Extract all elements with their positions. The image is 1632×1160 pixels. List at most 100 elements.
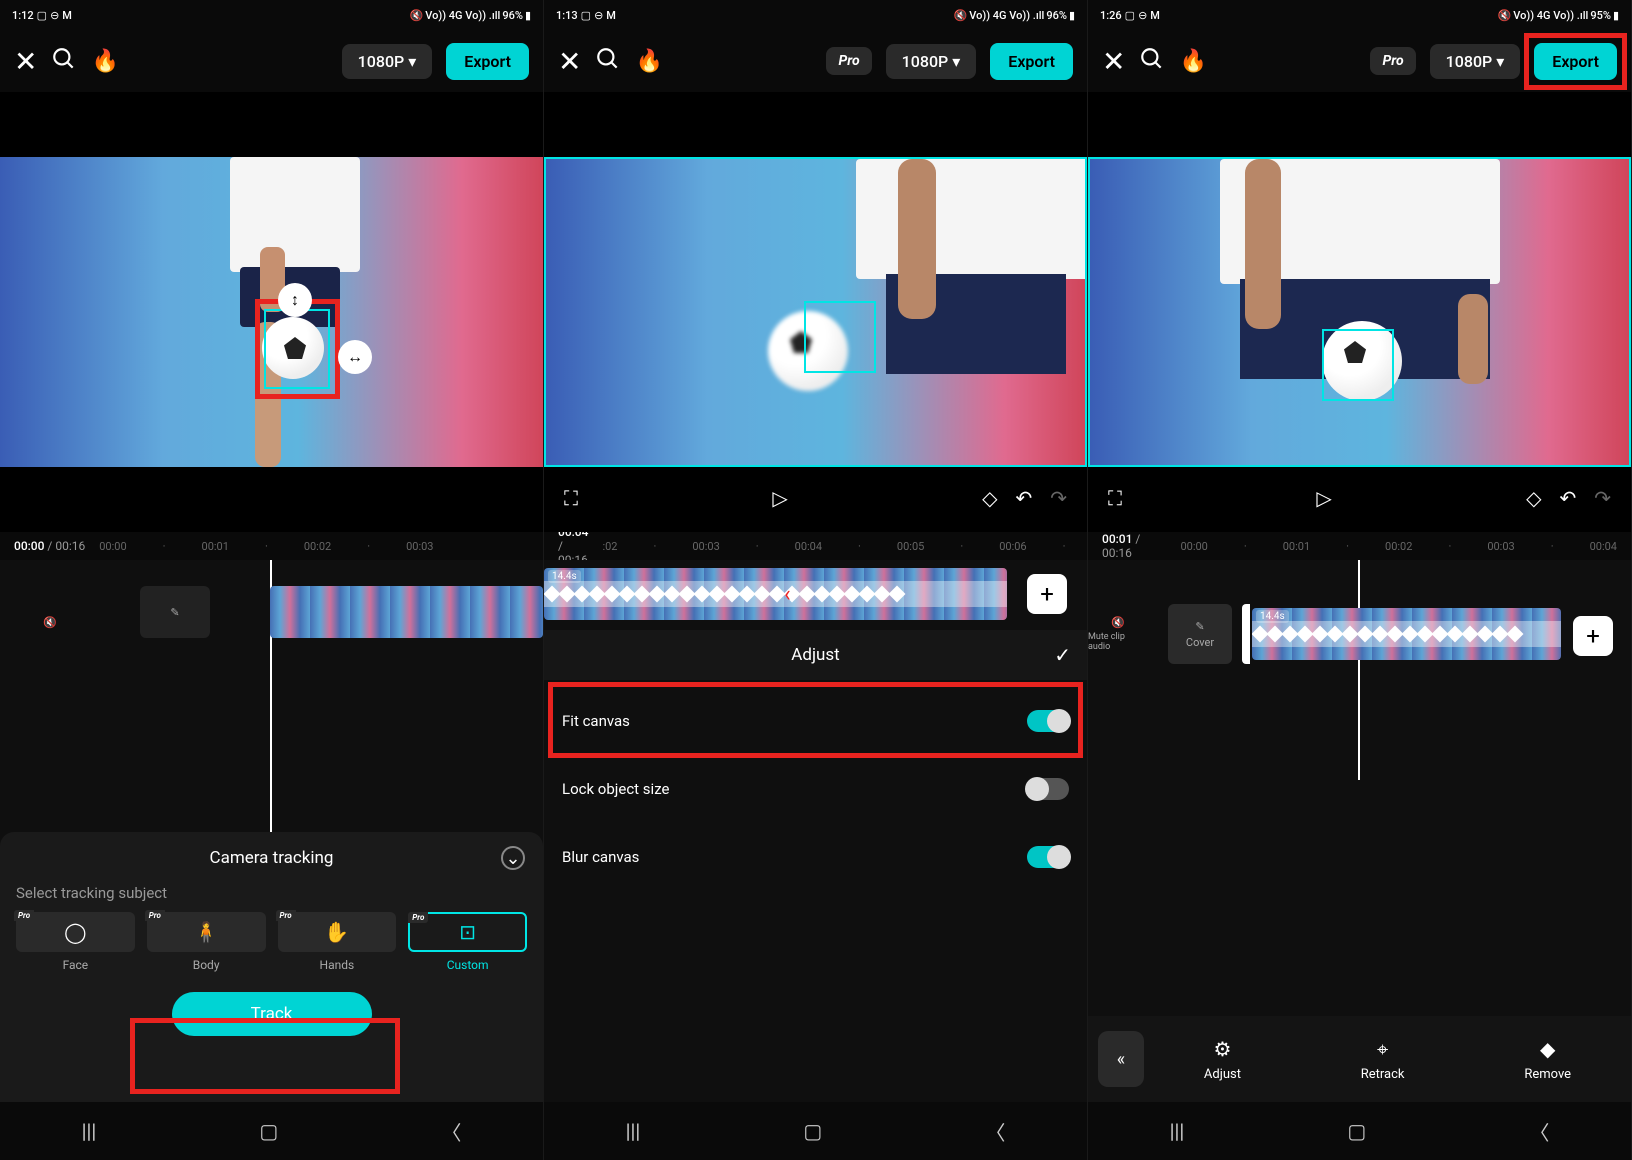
video-preview[interactable] [544,157,1087,467]
play-icon[interactable]: ▷ [772,486,787,510]
clock: 1:12 [12,9,34,22]
track-opt-body[interactable]: Pro🧍 Body [147,912,266,972]
opt-label: Face [63,958,89,972]
retrack-action[interactable]: ⌖ Retrack [1361,1037,1405,1082]
battery-text: 96% [502,9,523,22]
back-icon[interactable]: 〈 [441,1117,461,1146]
video-preview[interactable] [1088,157,1631,467]
close-icon[interactable]: ✕ [14,45,37,78]
action-label: Remove [1524,1067,1571,1082]
video-clip[interactable]: 14.4s [544,568,1007,620]
adjust-action[interactable]: ⚙ Adjust [1204,1037,1241,1082]
add-clip-button[interactable]: + [1027,574,1067,614]
pro-badge: Pro [145,910,165,921]
mute-icon: 🔇 [954,9,968,22]
video-clip[interactable] [270,586,543,638]
current-time: 00:00 [14,539,44,553]
tracking-box[interactable] [1322,329,1394,401]
resize-vertical-handle[interactable]: ↕ [278,283,312,317]
battery-icon: ▮ [525,9,531,22]
pro-badge: Pro [276,910,296,921]
tick: 00:02 [1385,540,1412,553]
dnd-icon: ⊖ [594,9,603,22]
add-clip-button[interactable]: + [1573,616,1613,656]
playhead[interactable] [1358,560,1360,780]
close-icon[interactable]: ✕ [558,45,581,78]
highlight-annotation [130,1018,400,1094]
clip-handle-left[interactable] [1242,604,1250,664]
tracking-box[interactable] [804,301,876,373]
redo-icon[interactable]: ↷ [1050,486,1067,510]
flame-icon[interactable]: 🔥 [1179,49,1206,74]
resolution-dropdown[interactable]: 1080P ▾ [342,44,433,79]
tracking-options: Pro◯ Face Pro🧍 Body Pro✋ Hands Pro⊡ Cust… [0,912,543,986]
pro-badge[interactable]: Pro [1370,47,1415,75]
blur-canvas-toggle[interactable] [1027,846,1069,868]
chevron-down-icon: ▾ [408,52,416,71]
search-icon[interactable] [1139,46,1165,76]
tick: 00:04 [795,540,822,553]
keyframe-icon[interactable]: ◇ [982,486,997,510]
flame-icon[interactable]: 🔥 [91,49,118,74]
video-clip[interactable]: 14.4s [1252,608,1561,660]
keyframe-icon[interactable]: ◇ [1526,486,1541,510]
video-preview[interactable]: ↕ ↔ [0,157,543,467]
back-icon[interactable]: 〈 [985,1117,1005,1146]
tick: 00:04 [1590,540,1617,553]
resolution-dropdown[interactable]: 1080P ▾ [886,44,977,79]
tick: 00:01 [1283,540,1310,553]
edit-icon: ✎ [170,606,179,619]
back-icon[interactable]: 〈 [1529,1117,1549,1146]
pro-badge: Pro [14,910,34,921]
marker-icon[interactable]: ‹ [784,568,798,620]
track-opt-hands[interactable]: Pro✋ Hands [278,912,397,972]
recents-icon[interactable]: ||| [626,1119,641,1143]
fullscreen-icon[interactable]: ⛶ [1108,486,1122,510]
pro-badge[interactable]: Pro [826,47,871,75]
export-button[interactable]: Export [446,43,529,80]
collapse-icon[interactable]: ⌄ [501,846,525,870]
play-icon[interactable]: ▷ [1316,486,1331,510]
resize-horizontal-handle[interactable]: ↔ [338,340,372,374]
home-icon[interactable]: ▢ [803,1119,822,1143]
camera-tracking-panel: Camera tracking ⌄ Select tracking subjec… [0,832,543,1102]
row-label: Blur canvas [562,848,639,866]
redo-icon[interactable]: ↷ [1594,486,1611,510]
system-navbar: ||| ▢ 〈 [0,1102,543,1160]
panel-header: Camera tracking ⌄ [0,832,543,884]
close-icon[interactable]: ✕ [1102,45,1125,78]
remove-action[interactable]: ◆ Remove [1524,1037,1571,1082]
mute-clip-cell[interactable]: 🔇 Mute clip audio [1088,608,1148,660]
cover-cell[interactable]: ✎ [140,586,210,638]
fullscreen-icon[interactable]: ⛶ [564,486,578,510]
check-icon[interactable]: ✓ [1054,643,1071,667]
mute-clip-cell[interactable]: 🔇 [20,596,80,648]
battery-icon: ▮ [1613,9,1619,22]
clock: 1:26 [1100,9,1122,22]
recents-icon[interactable]: ||| [1170,1119,1185,1143]
flame-icon[interactable]: 🔥 [635,49,662,74]
hands-icon: ✋ [324,920,349,944]
opt-label: Body [193,958,220,972]
search-icon[interactable] [51,46,77,76]
tracking-box[interactable] [264,309,330,389]
back-chevron-button[interactable]: « [1098,1031,1144,1087]
resolution-dropdown[interactable]: 1080P ▾ [1430,44,1521,79]
export-button[interactable]: Export [990,43,1073,80]
lock-size-toggle[interactable] [1027,778,1069,800]
track-opt-custom[interactable]: Pro⊡ Custom [408,912,527,972]
recents-icon[interactable]: ||| [82,1119,97,1143]
undo-icon[interactable]: ↶ [1559,486,1576,510]
timeline[interactable]: 14.4s ‹ + Adjust ✓ Fit canvas Lock objec… [544,560,1087,1102]
fit-canvas-toggle[interactable] [1027,710,1069,732]
undo-icon[interactable]: ↶ [1015,486,1032,510]
cover-cell[interactable]: ✎ Cover [1168,604,1232,664]
tick: 00:05 [897,540,924,553]
statusbar: 1:26 ▢ ⊖ M 🔇 Vo)) 4G Vo)) .ıll 95% ▮ [1088,0,1631,30]
track-opt-face[interactable]: Pro◯ Face [16,912,135,972]
home-icon[interactable]: ▢ [1347,1119,1366,1143]
search-icon[interactable] [595,46,621,76]
home-icon[interactable]: ▢ [259,1119,278,1143]
system-navbar: ||| ▢ 〈 [1088,1102,1631,1160]
player-controls: ⛶ ▷ ◇ ↶ ↷ [544,474,1087,522]
